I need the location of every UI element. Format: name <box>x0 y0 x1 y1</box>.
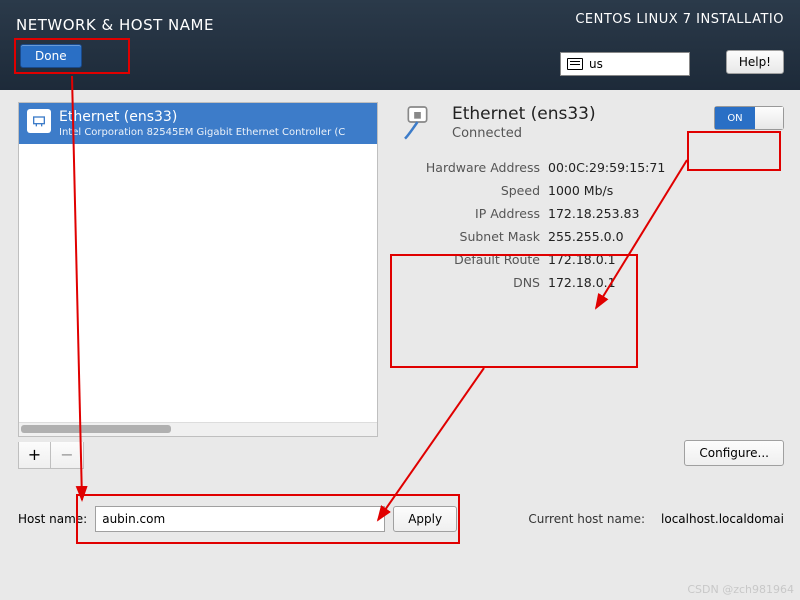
detail-status: Connected <box>452 126 596 141</box>
dns-value: 172.18.0.1 <box>548 275 616 290</box>
toggle-knob <box>755 107 783 129</box>
interface-name: Ethernet (ens33) <box>59 109 345 125</box>
header: NETWORK & HOST NAME Done CENTOS LINUX 7 … <box>0 0 800 90</box>
list-body <box>19 144 377 422</box>
hwaddr-value: 00:0C:29:59:15:71 <box>548 160 665 175</box>
dns-label: DNS <box>400 275 540 290</box>
speed-label: Speed <box>400 183 540 198</box>
interface-item[interactable]: Ethernet (ens33) Intel Corporation 82545… <box>19 103 377 144</box>
mask-value: 255.255.0.0 <box>548 229 624 244</box>
hostname-row: Host name: Apply Current host name: loca… <box>18 506 784 532</box>
route-label: Default Route <box>400 252 540 267</box>
add-interface-button[interactable]: + <box>19 442 51 468</box>
hwaddr-label: Hardware Address <box>400 160 540 175</box>
speed-value: 1000 Mb/s <box>548 183 613 198</box>
keyboard-icon <box>567 58 583 70</box>
add-remove-toolbar: + − <box>18 442 84 469</box>
help-button[interactable]: Help! <box>726 50 784 74</box>
detail-table: Hardware Address 00:0C:29:59:15:71 Speed 1… <box>400 160 784 290</box>
done-button[interactable]: Done <box>20 44 82 68</box>
hostname-label: Host name: <box>18 512 87 526</box>
apply-button[interactable]: Apply <box>393 506 457 532</box>
interface-list: Ethernet (ens33) Intel Corporation 82545… <box>18 102 378 437</box>
current-hostname-value: localhost.localdomai <box>661 512 784 526</box>
ip-value: 172.18.253.83 <box>548 206 639 221</box>
interface-detail: Ethernet (ens33) Connected ON Hardware A… <box>400 102 784 298</box>
detail-title: Ethernet (ens33) <box>452 104 596 124</box>
toggle-on-label: ON <box>715 107 755 129</box>
route-value: 172.18.0.1 <box>548 252 616 267</box>
horizontal-scrollbar[interactable] <box>19 422 377 436</box>
hostname-input[interactable] <box>95 506 385 532</box>
watermark: CSDN @zch981964 <box>687 583 794 596</box>
ethernet-icon <box>27 109 51 133</box>
keyboard-layout-value: us <box>589 57 603 71</box>
ethernet-plug-icon <box>400 102 440 142</box>
ip-label: IP Address <box>400 206 540 221</box>
current-hostname-label: Current host name: <box>528 512 645 526</box>
mask-label: Subnet Mask <box>400 229 540 244</box>
keyboard-layout-select[interactable]: us <box>560 52 690 76</box>
interface-desc: Intel Corporation 82545EM Gigabit Ethern… <box>59 127 345 138</box>
remove-interface-button[interactable]: − <box>51 442 83 468</box>
connection-toggle[interactable]: ON <box>714 106 784 130</box>
installer-label: CENTOS LINUX 7 INSTALLATIO <box>575 12 784 27</box>
configure-button[interactable]: Configure... <box>684 440 784 466</box>
